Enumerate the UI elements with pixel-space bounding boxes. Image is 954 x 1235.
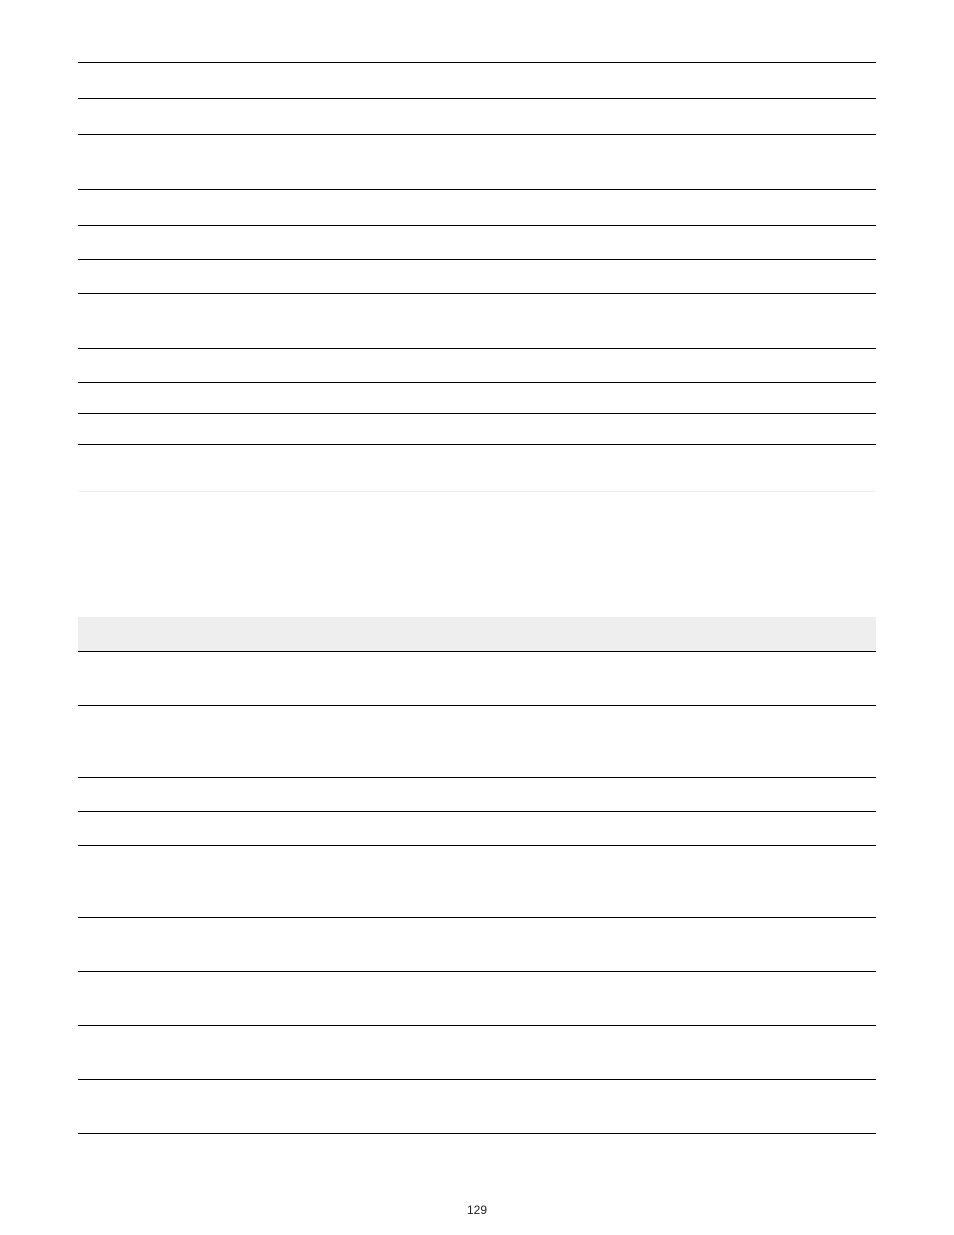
table-cell bbox=[333, 778, 596, 812]
table-cell bbox=[333, 259, 596, 293]
table-cell bbox=[333, 225, 596, 259]
table-cell bbox=[333, 652, 596, 706]
table-row bbox=[78, 1026, 876, 1080]
table-cell bbox=[78, 62, 333, 98]
table-cell bbox=[78, 189, 333, 225]
table-cell bbox=[78, 846, 333, 918]
table-row bbox=[78, 98, 876, 134]
page-number: 129 bbox=[0, 1203, 954, 1217]
table-cell bbox=[78, 1080, 333, 1134]
table-cell bbox=[597, 918, 876, 972]
table-cell bbox=[78, 348, 333, 382]
table-cell bbox=[78, 706, 333, 778]
top-table bbox=[78, 28, 876, 445]
table-cell bbox=[333, 62, 596, 98]
table-cell bbox=[333, 1080, 596, 1134]
table-cell bbox=[333, 1026, 596, 1080]
table-cell bbox=[597, 972, 876, 1026]
table-cell bbox=[597, 62, 876, 98]
table-cell bbox=[78, 918, 333, 972]
table-cell bbox=[78, 259, 333, 293]
table-header-cell bbox=[597, 617, 876, 652]
table-cell bbox=[333, 846, 596, 918]
table-cell bbox=[333, 972, 596, 1026]
table-cell bbox=[597, 1026, 876, 1080]
table-cell bbox=[597, 225, 876, 259]
table-cell bbox=[78, 98, 333, 134]
table-cell bbox=[597, 259, 876, 293]
table-cell bbox=[597, 652, 876, 706]
table-cell bbox=[78, 225, 333, 259]
table-row bbox=[78, 348, 876, 382]
table-row bbox=[78, 225, 876, 259]
table-cell bbox=[597, 382, 876, 413]
table-cell bbox=[333, 348, 596, 382]
table-cell bbox=[597, 293, 876, 348]
table-row bbox=[78, 382, 876, 413]
table-row bbox=[78, 846, 876, 918]
table-cell bbox=[78, 812, 333, 846]
table-cell bbox=[333, 98, 596, 134]
table-row bbox=[78, 413, 876, 444]
table-cell bbox=[597, 98, 876, 134]
table-row bbox=[78, 62, 876, 98]
table-cell bbox=[597, 846, 876, 918]
table-cell bbox=[333, 189, 596, 225]
table-row bbox=[78, 134, 876, 189]
table-cell bbox=[78, 413, 333, 444]
table-header-row bbox=[78, 617, 876, 652]
second-table bbox=[78, 617, 876, 1135]
table-cell bbox=[597, 1080, 876, 1134]
table-cell bbox=[333, 293, 596, 348]
table-cell bbox=[78, 1026, 333, 1080]
table-cell bbox=[333, 812, 596, 846]
table-row bbox=[78, 918, 876, 972]
table-cell bbox=[597, 778, 876, 812]
table-row bbox=[78, 812, 876, 846]
table-row bbox=[78, 652, 876, 706]
table-cell bbox=[78, 134, 333, 189]
table-cell bbox=[78, 652, 333, 706]
table-row bbox=[78, 293, 876, 348]
table-cell bbox=[597, 189, 876, 225]
table-cell bbox=[333, 382, 596, 413]
table-cell bbox=[333, 134, 596, 189]
table-header-cell bbox=[78, 617, 333, 652]
table-row bbox=[78, 189, 876, 225]
table-row bbox=[78, 259, 876, 293]
table-header-cell bbox=[333, 617, 596, 652]
table-cell bbox=[333, 918, 596, 972]
table-cell bbox=[78, 778, 333, 812]
table-row bbox=[78, 28, 876, 62]
table-cell bbox=[78, 28, 333, 62]
table-cell bbox=[597, 28, 876, 62]
table-cell bbox=[78, 382, 333, 413]
table-row bbox=[78, 778, 876, 812]
table-cell bbox=[333, 28, 596, 62]
table-row bbox=[78, 706, 876, 778]
table-cell bbox=[597, 413, 876, 444]
table-cell bbox=[597, 812, 876, 846]
table-row bbox=[78, 972, 876, 1026]
table-cell bbox=[78, 293, 333, 348]
table-cell bbox=[597, 348, 876, 382]
table-cell bbox=[78, 972, 333, 1026]
table-cell bbox=[333, 413, 596, 444]
table-cell bbox=[597, 134, 876, 189]
table-row bbox=[78, 1080, 876, 1134]
table-cell bbox=[597, 706, 876, 778]
table-cell bbox=[333, 706, 596, 778]
